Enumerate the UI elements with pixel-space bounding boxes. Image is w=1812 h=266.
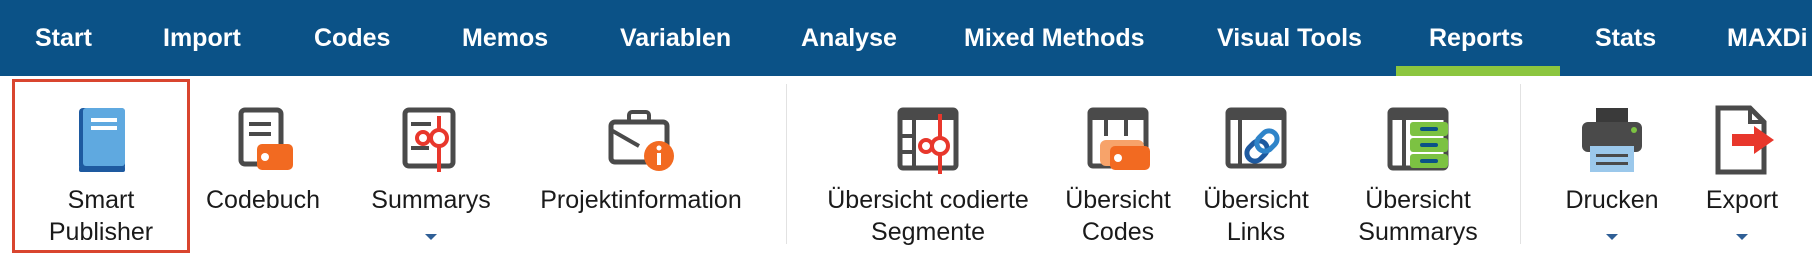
codes-table-icon — [1087, 107, 1150, 170]
tab-analyse[interactable]: Analyse — [801, 0, 897, 76]
book-icon — [79, 108, 125, 172]
coded-segments-table-icon — [897, 107, 959, 174]
tab-variablen[interactable]: Variablen — [620, 0, 731, 76]
tab-start[interactable]: Start — [35, 0, 92, 76]
tab-memos[interactable]: Memos — [462, 0, 548, 76]
summarys-dropdown-arrow[interactable] — [425, 234, 437, 240]
uebersicht-codes-button[interactable]: Übersicht Codes — [1058, 76, 1178, 266]
uebersicht-codes-label-2: Codes — [1081, 218, 1155, 246]
uebersicht-summarys-button[interactable]: Übersicht Summarys — [1338, 76, 1498, 266]
uebersicht-links-button[interactable]: Übersicht Links — [1196, 76, 1316, 266]
uebersicht-links-label-1: Übersicht — [1203, 186, 1309, 214]
links-table-icon — [1225, 107, 1287, 169]
ribbon-separator — [1520, 84, 1521, 244]
drucken-button[interactable]: Drucken — [1546, 76, 1678, 266]
ribbon-separator — [786, 84, 787, 244]
tab-mixed-methods[interactable]: Mixed Methods — [964, 0, 1145, 76]
summarys-table-icon — [1387, 107, 1449, 171]
codebuch-button[interactable]: Codebuch — [198, 76, 328, 266]
projektinformation-button[interactable]: Projektinformation — [530, 76, 752, 266]
summary-icon — [402, 107, 456, 172]
uebersicht-summarys-label-1: Übersicht — [1365, 186, 1471, 214]
export-dropdown-arrow[interactable] — [1736, 234, 1748, 240]
tab-codes[interactable]: Codes — [314, 0, 390, 76]
tab-reports[interactable]: Reports — [1429, 0, 1523, 76]
codebook-icon — [238, 107, 293, 170]
smart-publisher-button[interactable]: Smart Publisher — [12, 76, 190, 266]
tab-visual-tools[interactable]: Visual Tools — [1217, 0, 1362, 76]
projektinformation-label: Projektinformation — [540, 186, 742, 214]
export-button[interactable]: Export — [1686, 76, 1798, 266]
uebersicht-codierte-segmente-button[interactable]: Übersicht codierte Segmente — [812, 76, 1044, 266]
active-tab-indicator — [1396, 66, 1560, 76]
ribbon-toolbar: Smart Publisher Codebuch Summarys Projek… — [0, 76, 1812, 266]
tab-import[interactable]: Import — [163, 0, 241, 76]
uebersicht-codes-label-1: Übersicht — [1065, 186, 1171, 214]
export-label: Export — [1705, 186, 1779, 214]
project-info-icon — [608, 110, 674, 171]
smart-publisher-label: Smart Publisher — [48, 186, 154, 246]
tab-stats[interactable]: Stats — [1595, 0, 1656, 76]
menu-bar: Start Import Codes Memos Variablen Analy… — [0, 0, 1812, 76]
summarys-label: Summarys — [371, 186, 491, 214]
uebersicht-codierte-segmente-label-2: Segmente — [871, 218, 985, 246]
uebersicht-codierte-segmente-label-1: Übersicht codierte — [827, 186, 1029, 214]
uebersicht-links-label-2: Links — [1226, 218, 1286, 246]
drucken-dropdown-arrow[interactable] — [1606, 234, 1618, 240]
tab-maxdictio[interactable]: MAXDi — [1727, 0, 1808, 76]
summarys-button[interactable]: Summarys — [358, 76, 504, 266]
export-icon — [1715, 105, 1774, 175]
uebersicht-summarys-label-2: Summarys — [1358, 218, 1478, 246]
codebuch-label: Codebuch — [206, 186, 320, 214]
drucken-label: Drucken — [1565, 186, 1659, 214]
printer-icon — [1582, 108, 1642, 172]
